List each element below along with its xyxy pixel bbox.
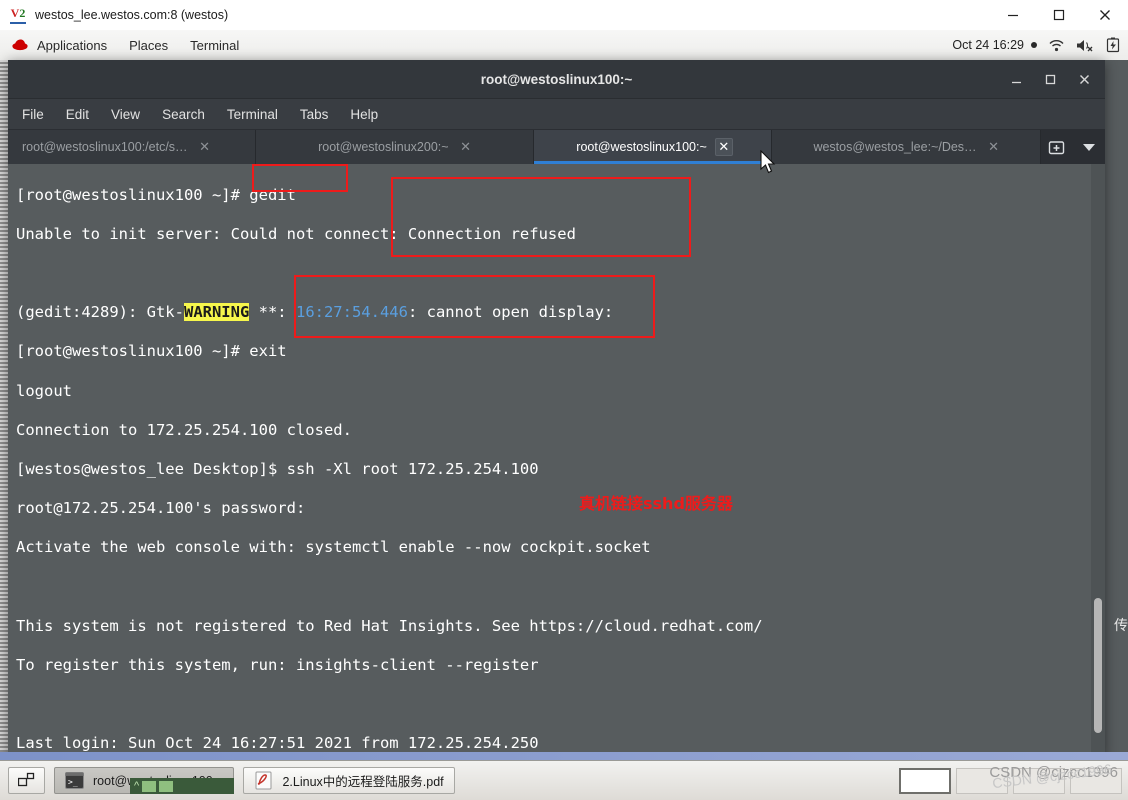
redhat-icon [12,39,28,51]
terminal-line: (gedit:4289): Gtk-WARNING **: 16:27:54.4… [16,303,623,322]
tab-label: root@westoslinux100:~ [576,140,707,154]
taskbar-item-label: 2.Linux中的远程登陆服务.pdf [282,775,444,789]
terminal-tab-2[interactable]: root@westoslinux200:~ ✕ [255,130,534,164]
panel-menu-applications[interactable]: Applications [37,38,107,53]
menu-help[interactable]: Help [350,107,378,122]
terminal-menubar: File Edit View Search Terminal Tabs Help [8,99,1105,130]
pdf-icon [255,771,272,790]
menu-file[interactable]: File [22,107,44,122]
annotation-note-text: 真机链接sshd服务器 [579,494,733,513]
terminal-scrollbar[interactable] [1091,164,1105,758]
workspace-1[interactable] [899,767,951,794]
mouse-cursor [760,150,776,174]
terminal-line: [westos@westos_lee Desktop]$ ssh -Xl roo… [16,459,539,478]
terminal-tab-1[interactable]: root@westoslinux100:/etc/s… ✕ [8,130,256,164]
tab-close-icon[interactable]: ✕ [457,138,475,156]
workspace-2[interactable] [956,767,1008,794]
panel-menu-terminal[interactable]: Terminal [190,38,239,53]
show-desktop-icon [18,772,35,787]
tab-label: root@westoslinux200:~ [318,140,449,154]
panel-menu-places[interactable]: Places [129,38,168,53]
terminal-line: Activate the web console with: systemctl… [16,538,651,557]
terminal-output-pane[interactable]: [root@westoslinux100 ~]# gedit Unable to… [8,164,1105,758]
terminal-scrollbar-thumb[interactable] [1094,598,1102,733]
taskbar-workspace-switcher[interactable] [899,761,1122,800]
terminal-line: [root@westoslinux100 ~]# exit [16,342,287,361]
vnc-viewer-window: V2 westos_lee.westos.com:8 (westos) Appl… [0,0,1128,800]
vnc-window-title: westos_lee.westos.com:8 (westos) [35,8,229,22]
minimize-button[interactable] [990,0,1036,30]
menu-terminal[interactable]: Terminal [227,107,278,122]
panel-clock[interactable]: Oct 24 16:29 [952,38,1037,52]
panel-clock-text: Oct 24 16:29 [952,38,1024,52]
terminal-icon: >_ [65,772,84,789]
terminal-line: Unable to init server: Could not connect… [16,224,576,243]
record-dot-icon [1031,42,1037,48]
svg-text:>_: >_ [68,778,78,787]
vnc-titlebar: V2 westos_lee.westos.com:8 (westos) [0,0,1128,31]
terminal-tab-3[interactable]: root@westoslinux100:~ ✕ [533,130,773,164]
terminal-tabbar: root@westoslinux100:/etc/s… ✕ root@westo… [8,130,1105,164]
tab-close-icon[interactable]: ✕ [196,138,214,156]
terminal-line: Connection to 172.25.254.100 closed. [16,420,352,439]
terminal-minimize-button[interactable] [999,60,1033,98]
menu-tabs[interactable]: Tabs [300,107,329,122]
workspace-4[interactable] [1070,767,1122,794]
terminal-maximize-button[interactable] [1033,60,1067,98]
gnome-window-list-mini: ^ [130,778,234,794]
menu-edit[interactable]: Edit [66,107,89,122]
taskbar-item-pdf[interactable]: 2.Linux中的远程登陆服务.pdf [243,767,455,794]
terminal-line: root@172.25.254.100's password: [16,499,306,518]
battery-icon[interactable] [1106,37,1120,53]
tab-label: root@westoslinux100:/etc/s… [22,140,188,154]
vnc-window-controls [990,0,1128,30]
wifi-icon[interactable] [1048,38,1065,53]
tab-close-icon[interactable]: ✕ [985,138,1003,156]
terminal-line: This system is not registered to Red Hat… [16,616,763,635]
terminal-line: Last login: Sun Oct 24 16:27:51 2021 fro… [16,734,539,753]
menu-view[interactable]: View [111,107,140,122]
menu-search[interactable]: Search [162,107,205,122]
background-window-left-edge [0,60,8,760]
terminal-close-button[interactable] [1067,60,1101,98]
terminal-line: [root@westoslinux100 ~]# gedit [16,185,296,204]
terminal-window-title: root@westoslinux100:~ [480,71,633,87]
tab-label: westos@westos_lee:~/Des… [813,140,977,154]
terminal-tab-4[interactable]: westos@westos_lee:~/Des… ✕ [772,130,1041,164]
terminal-titlebar[interactable]: root@westoslinux100:~ [8,60,1105,99]
volume-muted-icon[interactable] [1076,38,1095,53]
workspace-3[interactable] [1013,767,1065,794]
new-tab-icon[interactable] [1041,130,1073,164]
panel-status-area: Oct 24 16:29 [952,30,1120,60]
terminal-line: To register this system, run: insights-c… [16,655,539,674]
terminal-text: [root@westoslinux100 ~]# gedit Unable to… [16,166,1085,758]
show-desktop-button[interactable] [8,767,45,794]
maximize-button[interactable] [1036,0,1082,30]
chevron-down-icon[interactable] [1073,130,1105,164]
terminal-window-controls [999,60,1101,98]
tab-close-icon[interactable]: ✕ [714,138,733,156]
vnc-logo-icon: V2 [10,6,26,24]
background-edge-glyph: 传 [1114,618,1128,634]
gnome-top-panel: Applications Places Terminal Oct 24 16:2… [0,30,1128,61]
close-button[interactable] [1082,0,1128,30]
terminal-line: logout [16,381,72,400]
gnome-terminal-window: root@westoslinux100:~ File Edit View Sea… [8,60,1105,758]
